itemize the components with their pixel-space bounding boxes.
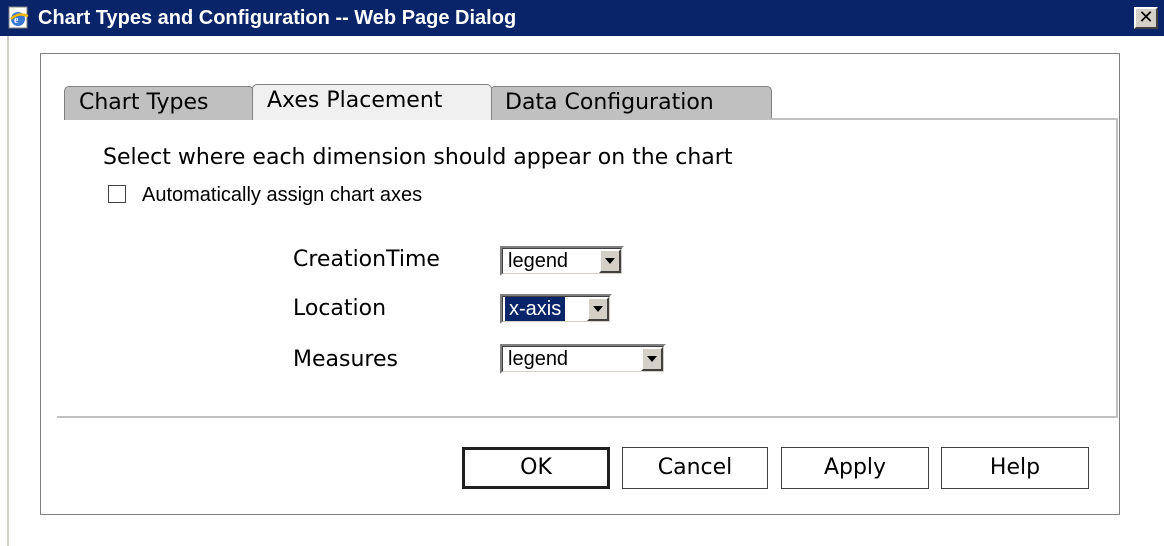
close-button[interactable]: ✕ — [1134, 7, 1158, 29]
cancel-button[interactable]: Cancel — [622, 447, 768, 489]
tab-panel-border — [770, 118, 1118, 120]
close-icon: ✕ — [1138, 7, 1154, 28]
auto-assign-checkbox[interactable] — [108, 185, 126, 203]
title-bar: e Chart Types and Configuration -- Web P… — [0, 0, 1164, 36]
instruction-text: Select where each dimension should appea… — [103, 145, 733, 170]
svg-text:e: e — [14, 15, 19, 26]
chevron-down-icon[interactable] — [599, 249, 621, 273]
auto-assign-label[interactable]: Automatically assign chart axes — [142, 182, 422, 208]
measures-select[interactable]: legend — [500, 344, 666, 374]
tab-axes-placement[interactable]: Axes Placement — [252, 84, 492, 120]
tab-chart-types[interactable]: Chart Types — [64, 86, 254, 120]
tab-panel-border — [57, 416, 1118, 418]
location-select[interactable]: x-axis — [500, 294, 612, 324]
ok-button[interactable]: OK — [462, 447, 610, 489]
dimension-label-creationtime: CreationTime — [293, 247, 440, 272]
apply-button[interactable]: Apply — [781, 447, 929, 489]
chevron-down-icon[interactable] — [641, 347, 663, 371]
tab-data-configuration[interactable]: Data Configuration — [490, 86, 772, 120]
select-value: legend — [508, 250, 569, 272]
select-value: x-axis — [505, 297, 566, 321]
select-value: legend — [508, 348, 569, 370]
window-title: Chart Types and Configuration -- Web Pag… — [38, 7, 517, 29]
window-border — [7, 36, 9, 546]
dimension-label-measures: Measures — [293, 347, 398, 372]
dimension-label-location: Location — [293, 296, 387, 321]
creationtime-select[interactable]: legend — [500, 246, 624, 276]
ie-page-icon: e — [8, 6, 29, 29]
help-button[interactable]: Help — [941, 447, 1089, 489]
tab-panel-border — [1116, 118, 1118, 418]
chevron-down-icon[interactable] — [587, 297, 609, 321]
dialog-frame — [40, 53, 1120, 515]
